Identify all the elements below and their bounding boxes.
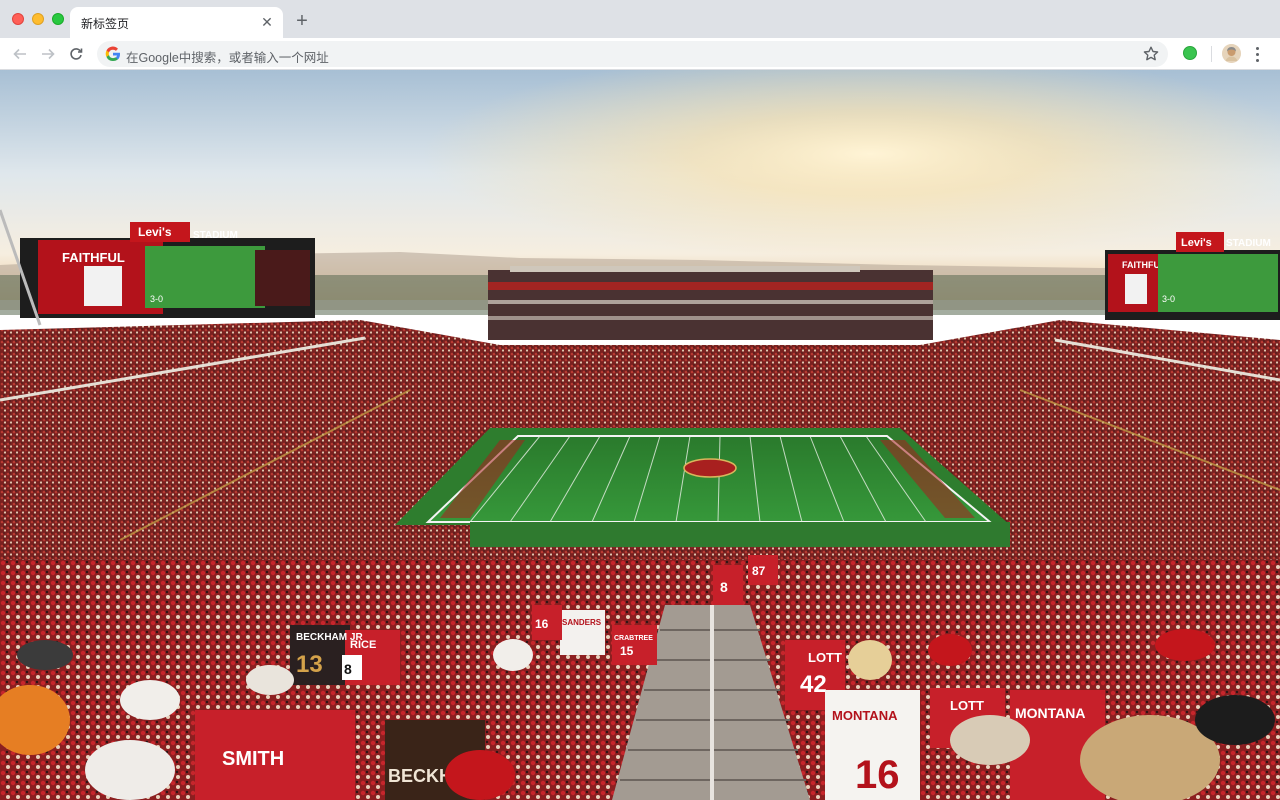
svg-text:BECKHAM JR: BECKHAM JR xyxy=(296,632,363,643)
svg-text:16: 16 xyxy=(535,617,549,631)
star-icon[interactable] xyxy=(1142,45,1160,63)
close-window-button[interactable] xyxy=(12,13,24,25)
svg-text:Levi's: Levi's xyxy=(138,225,172,239)
tab-title: 新标签页 xyxy=(81,17,130,31)
forward-arrow-icon[interactable] xyxy=(36,42,60,66)
minimize-window-button[interactable] xyxy=(32,13,44,25)
toolbar-divider xyxy=(1211,46,1212,62)
svg-text:MONTANA: MONTANA xyxy=(832,708,898,723)
svg-text:STADIUM: STADIUM xyxy=(193,230,238,241)
kebab-menu-icon[interactable] xyxy=(1252,45,1262,63)
svg-text:15: 15 xyxy=(620,644,634,658)
svg-text:SANDERS: SANDERS xyxy=(562,618,602,627)
svg-text:STADIUM: STADIUM xyxy=(1226,238,1271,249)
reload-icon[interactable] xyxy=(64,42,88,66)
svg-text:3-0: 3-0 xyxy=(150,294,163,304)
plus-icon[interactable]: + xyxy=(292,11,312,31)
svg-text:Levi's: Levi's xyxy=(1181,237,1212,249)
profile-avatar[interactable] xyxy=(1222,44,1241,63)
tab-new-tab[interactable]: 新标签页 ✕ xyxy=(70,7,283,38)
svg-text:16: 16 xyxy=(855,753,900,797)
new-tab-background-image: FAITHFUL 3-0 Levi's STADIUM FAITHFUL 3-0… xyxy=(0,70,1280,800)
close-icon[interactable]: ✕ xyxy=(259,14,275,30)
address-bar[interactable]: 在Google中搜索，或者输入一个网址 xyxy=(97,41,1168,67)
svg-text:CRABTREE: CRABTREE xyxy=(614,635,653,642)
svg-text:3-0: 3-0 xyxy=(1162,294,1175,304)
svg-text:MONTANA: MONTANA xyxy=(1015,705,1086,721)
back-arrow-icon[interactable] xyxy=(8,42,32,66)
svg-text:42: 42 xyxy=(800,671,827,698)
svg-text:LOTT: LOTT xyxy=(808,650,842,665)
svg-text:SMITH: SMITH xyxy=(222,748,284,770)
browser-toolbar: 在Google中搜索，或者输入一个网址 xyxy=(0,38,1280,70)
svg-text:13: 13 xyxy=(296,651,323,678)
google-icon xyxy=(105,46,120,62)
tab-strip: 新标签页 ✕ + xyxy=(0,0,1280,38)
maximize-window-button[interactable] xyxy=(52,13,64,25)
svg-text:LOTT: LOTT xyxy=(950,698,984,713)
search-input[interactable]: 在Google中搜索，或者输入一个网址 xyxy=(126,47,329,66)
svg-text:FAITHFUL: FAITHFUL xyxy=(62,250,125,265)
stadium-scene: FAITHFUL 3-0 Levi's STADIUM FAITHFUL 3-0… xyxy=(0,70,1280,800)
extension-icon[interactable] xyxy=(1183,46,1197,60)
svg-text:87: 87 xyxy=(752,564,766,578)
svg-text:8: 8 xyxy=(720,579,728,595)
svg-text:8: 8 xyxy=(344,661,352,677)
